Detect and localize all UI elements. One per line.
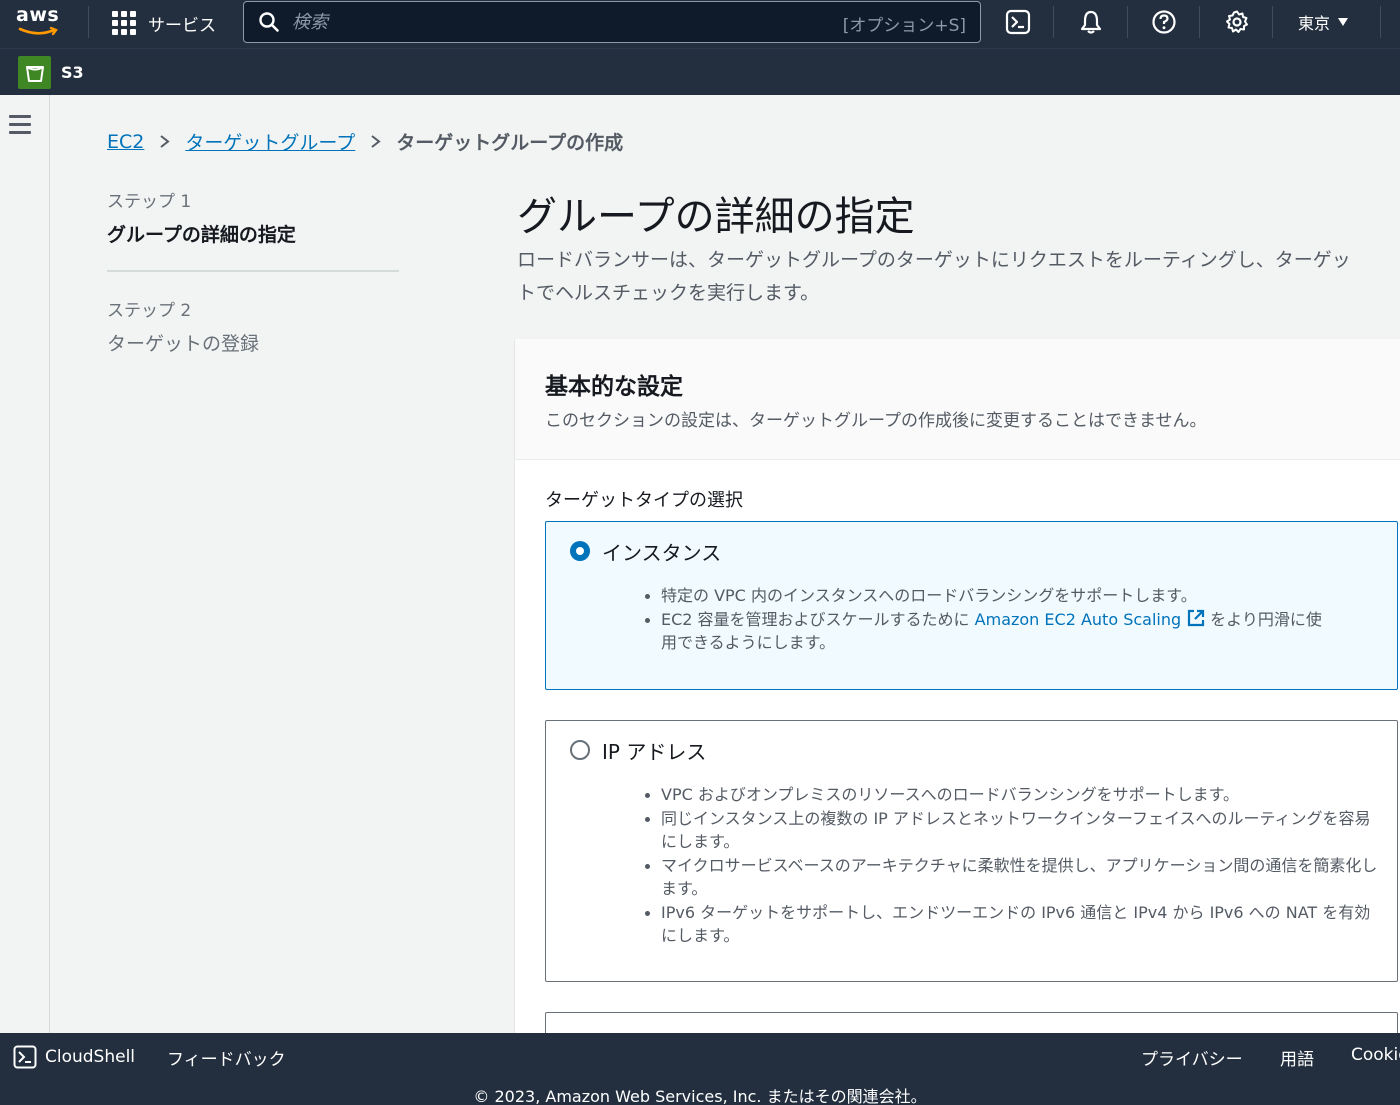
tile-label: IP アドレス — [602, 740, 707, 764]
wizard-step-2: ステップ 2 ターゲットの登録 — [107, 296, 259, 356]
cloudshell-footer-button[interactable]: CloudShell — [13, 1045, 135, 1069]
breadcrumb-current: ターゲットグループの作成 — [396, 132, 624, 154]
feedback-link[interactable]: フィードバック — [167, 1045, 286, 1070]
help-button[interactable] — [1150, 8, 1178, 36]
bullet-item: EC2 容量を管理およびスケールするために Amazon EC2 Auto Sc… — [644, 608, 1379, 655]
container-description: このセクションの設定は、ターゲットグループの作成後に変更することはできません。 — [545, 411, 1207, 431]
search-input[interactable] — [292, 6, 852, 38]
top-navigation: aws サービス [オプション+S] — [0, 0, 1400, 48]
bullet-item: VPC およびオンプレミスのリソースへのロードバランシングをサポートします。 — [644, 783, 1379, 807]
breadcrumb-link-ec2[interactable]: EC2 — [107, 131, 144, 153]
breadcrumb: EC2 ターゲットグループ ターゲットグループの作成 — [107, 128, 623, 155]
target-type-label: ターゲットタイプの選択 — [545, 490, 743, 511]
s3-bucket-icon[interactable] — [18, 56, 51, 89]
bullet-item: IPv6 ターゲットをサポートし、エンドツーエンドの IPv6 通信と IPv4… — [644, 901, 1379, 948]
target-type-instance-tile[interactable]: インスタンス 特定の VPC 内のインスタンスへのロードバランシングをサポートし… — [545, 521, 1398, 690]
breadcrumb-link-target-groups[interactable]: ターゲットグループ — [185, 128, 355, 155]
settings-button[interactable] — [1223, 8, 1251, 36]
nav-divider — [1380, 6, 1381, 38]
bell-icon — [1080, 10, 1102, 34]
copyright-text: © 2023, Amazon Web Services, Inc. またはその関… — [473, 1087, 927, 1105]
step-number: ステップ 1 — [107, 192, 192, 212]
console-footer: CloudShell フィードバック プライバシー 用語 Cookie © 20… — [0, 1033, 1400, 1105]
basic-settings-container: 基本的な設定 このセクションの設定は、ターゲットグループの作成後に変更することは… — [515, 339, 1400, 1072]
step-divider — [107, 270, 399, 272]
aws-smile-icon — [18, 26, 58, 36]
bullet-text: EC2 容量を管理およびスケールするために — [661, 609, 970, 629]
nav-divider — [1272, 6, 1273, 38]
side-navigation-rail — [0, 95, 50, 1033]
services-menu-button[interactable]: サービス — [112, 10, 216, 36]
container-title: 基本的な設定 — [545, 374, 683, 400]
grid-menu-icon — [112, 11, 136, 35]
privacy-link[interactable]: プライバシー — [1141, 1045, 1243, 1070]
cookie-link[interactable]: Cookie — [1351, 1045, 1400, 1065]
bullet-item: マイクロサービスベースのアーキテクチャに柔軟性を提供し、アプリケーション間の通信… — [644, 854, 1379, 901]
external-link-icon[interactable] — [1186, 608, 1206, 628]
nav-divider — [1199, 6, 1200, 38]
menu-toggle-icon[interactable] — [9, 115, 31, 139]
caret-down-icon — [1338, 18, 1349, 26]
region-label: 東京 — [1298, 14, 1331, 33]
container-header: 基本的な設定 このセクションの設定は、ターゲットグループの作成後に変更することは… — [515, 339, 1400, 460]
nav-divider — [1127, 6, 1128, 38]
page-description-line: トでヘルスチェックを実行します。 — [517, 282, 820, 304]
wizard-step-1: ステップ 1 グループの詳細の指定 — [107, 187, 296, 247]
bullet-item: 特定の VPC 内のインスタンスへのロードバランシングをサポートします。 — [644, 584, 1379, 608]
auto-scaling-link[interactable]: Amazon EC2 Auto Scaling — [975, 610, 1181, 629]
service-bar: S3 — [0, 48, 1400, 95]
page-description-line: ロードバランサーは、ターゲットグループのターゲットにリクエストをルーティングし、… — [517, 249, 1351, 271]
services-label: サービス — [148, 15, 216, 36]
help-icon — [1152, 10, 1176, 34]
target-type-ip-tile[interactable]: IP アドレス VPC およびオンプレミスのリソースへのロードバランシングをサポ… — [545, 720, 1398, 982]
bullet-text: をより円滑に使 — [1210, 609, 1322, 629]
search-shortcut-hint: [オプション+S] — [842, 16, 966, 36]
cloudshell-icon — [1005, 9, 1031, 35]
step-link[interactable]: ターゲットの登録 — [107, 329, 259, 356]
service-name[interactable]: S3 — [61, 63, 84, 82]
search-bar[interactable]: [オプション+S] — [243, 1, 981, 43]
search-icon — [259, 12, 279, 32]
notifications-button[interactable] — [1077, 8, 1105, 36]
radio-button-unselected[interactable] — [570, 740, 590, 760]
aws-logo-text: aws — [16, 4, 60, 26]
tile-label: インスタンス — [602, 541, 722, 565]
terms-link[interactable]: 用語 — [1280, 1045, 1314, 1070]
chevron-right-icon — [371, 135, 381, 148]
step-number: ステップ 2 — [107, 301, 192, 321]
nav-divider — [1053, 6, 1054, 38]
page-description: ロードバランサーは、ターゲットグループのターゲットにリクエストをルーティングし、… — [517, 244, 1400, 310]
chevron-right-icon — [160, 135, 170, 148]
page-title: グループの詳細の指定 — [517, 194, 915, 240]
radio-button-selected[interactable] — [570, 541, 590, 561]
nav-divider — [88, 6, 89, 38]
cloudshell-label: CloudShell — [45, 1047, 136, 1067]
cloudshell-icon — [13, 1045, 37, 1069]
cloudshell-nav-button[interactable] — [1004, 8, 1032, 36]
bullet-item: 同じインスタンス上の複数の IP アドレスとネットワークインターフェイスへのルー… — [644, 807, 1379, 854]
tile-bullet-list: 特定の VPC 内のインスタンスへのロードバランシングをサポートします。 EC2… — [644, 584, 1379, 655]
bullet-text: 用できるようにします。 — [661, 633, 836, 652]
tile-bullet-list: VPC およびオンプレミスのリソースへのロードバランシングをサポートします。 同… — [644, 783, 1379, 948]
gear-icon — [1226, 10, 1248, 33]
step-name: グループの詳細の指定 — [107, 224, 296, 246]
region-selector[interactable]: 東京 — [1298, 10, 1349, 34]
aws-logo[interactable]: aws — [16, 4, 66, 40]
